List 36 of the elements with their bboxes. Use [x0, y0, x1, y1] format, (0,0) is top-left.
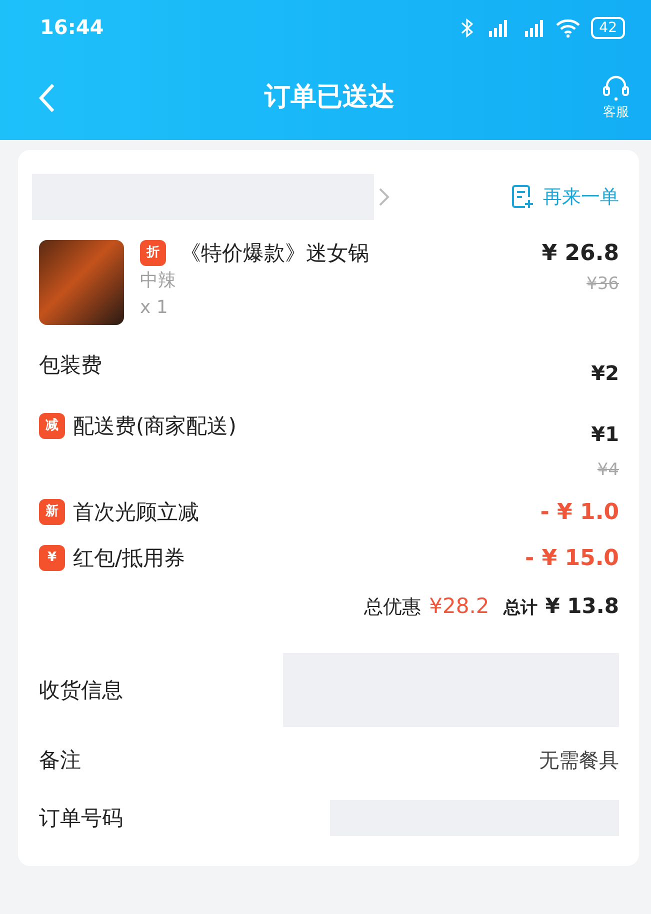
- battery-level: 42: [591, 16, 625, 38]
- fee-badge: 减: [39, 413, 65, 439]
- info-label: 收货信息: [39, 676, 124, 704]
- fee-label: 包装费: [39, 352, 103, 378]
- fee-amount: - ¥ 1.0: [540, 499, 619, 527]
- bluetooth-icon: [461, 18, 474, 38]
- fee-label: 红包/抵用券: [73, 544, 186, 571]
- fee-badge: ¥: [39, 544, 65, 571]
- reorder-button[interactable]: 再来一单: [511, 184, 619, 210]
- item-quantity: x 1: [140, 296, 169, 320]
- fee-badge: 新: [39, 499, 65, 526]
- info-value: 无需餐具: [539, 748, 619, 772]
- status-time: 16:44: [40, 15, 105, 40]
- info-label: 订单号码: [39, 804, 124, 832]
- discount-total-amount: ¥28.2: [429, 593, 490, 620]
- item-name: 《特价爆款》迷女锅: [180, 240, 369, 266]
- chevron-right-icon[interactable]: [378, 186, 390, 208]
- original-fee: ¥4: [597, 460, 619, 482]
- page-title: 订单已送达: [263, 81, 396, 114]
- discount-total-label: 总优惠: [364, 596, 422, 620]
- item-price: ¥ 26.8: [542, 240, 619, 268]
- fee-amount: - ¥ 15.0: [524, 544, 619, 572]
- fee-amount: ¥2: [591, 360, 619, 387]
- discount-badge: 折: [140, 240, 166, 266]
- customer-service-button[interactable]: 客服: [601, 74, 631, 120]
- fee-label: 首次光顾立减: [73, 499, 200, 526]
- total-label: 总计: [503, 598, 538, 620]
- wifi-icon: [555, 18, 582, 38]
- original-price: ¥36: [586, 274, 619, 295]
- fee-amount: ¥1: [591, 421, 619, 448]
- info-label: 备注: [39, 746, 82, 774]
- item-spec: 中辣: [140, 270, 177, 293]
- total-amount: ¥ 13.8: [545, 593, 619, 620]
- fee-label: 配送费(商家配送): [73, 413, 238, 440]
- add-document-icon[interactable]: [511, 184, 535, 210]
- headset-icon[interactable]: [601, 74, 631, 100]
